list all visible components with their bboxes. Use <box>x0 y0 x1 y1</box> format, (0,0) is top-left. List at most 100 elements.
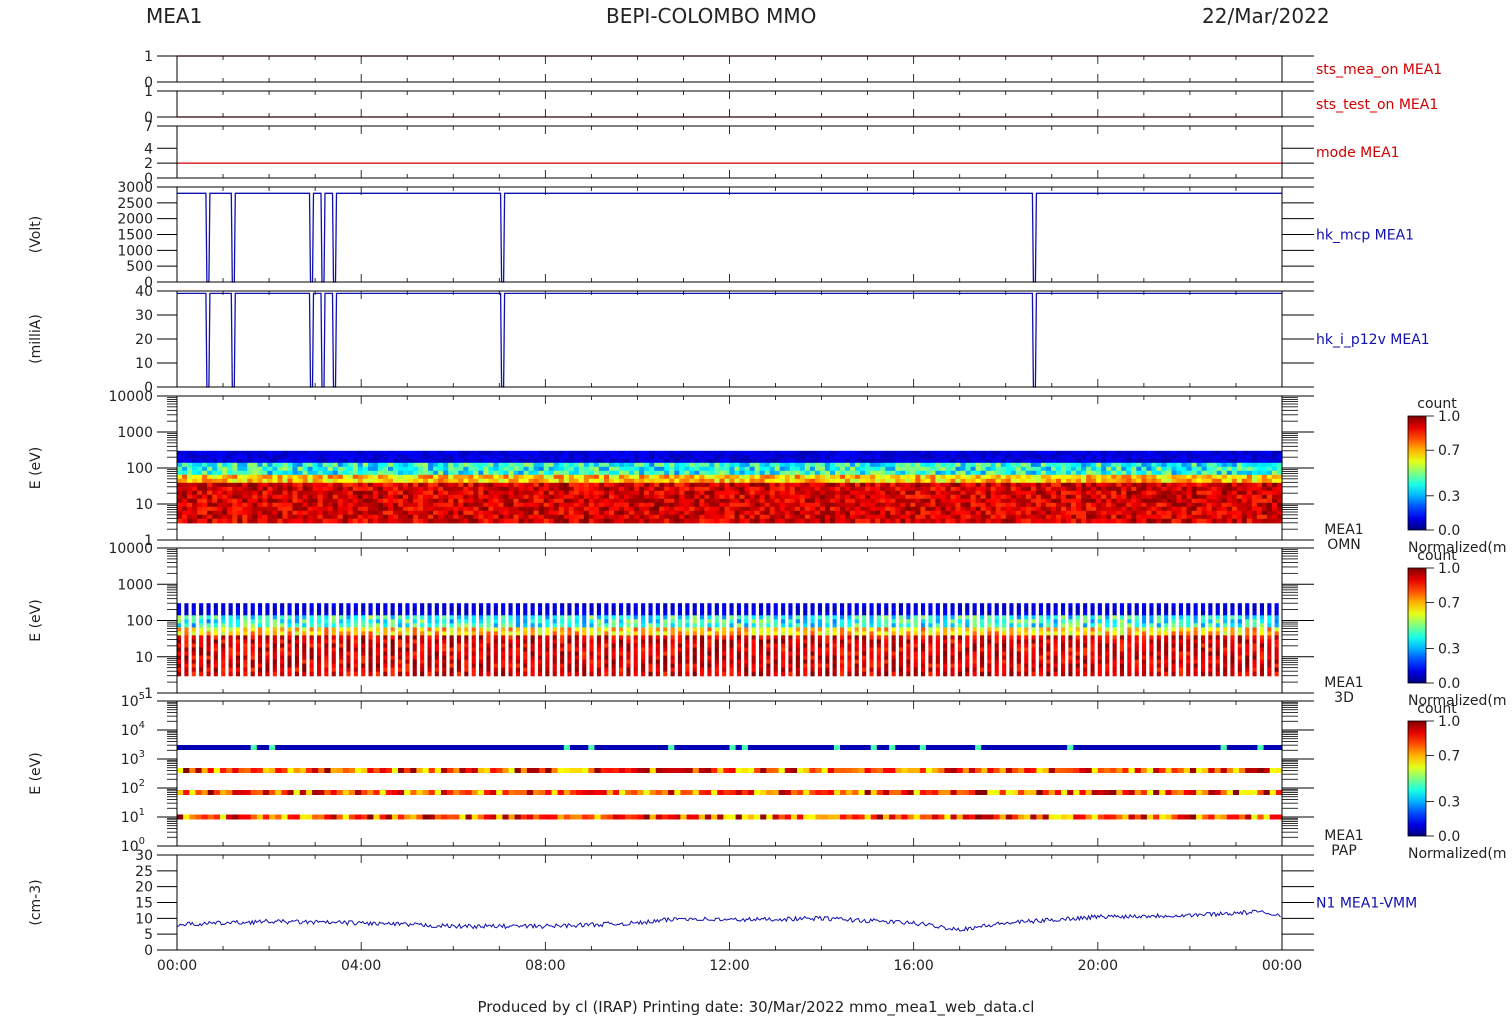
heatmap-cell <box>784 514 791 520</box>
heatmap-cell <box>297 498 304 504</box>
heatmap-cell <box>629 506 635 512</box>
heatmap-cell <box>754 490 761 496</box>
heatmap-cell <box>1005 510 1012 516</box>
heatmap-cell <box>182 494 188 500</box>
heatmap-cell <box>1211 514 1218 520</box>
heatmap-cell <box>1246 490 1253 496</box>
heatmap-cell <box>237 498 243 504</box>
heatmap-cell <box>287 667 292 673</box>
y-tick-label: 2500 <box>117 196 153 212</box>
heatmap-cell <box>960 498 967 504</box>
heatmap-cell <box>513 474 520 480</box>
heatmap-cell <box>629 470 635 476</box>
heatmap-cell <box>593 510 600 516</box>
heatmap-cell <box>960 514 967 520</box>
heatmap-cell <box>207 502 213 508</box>
heatmap-cell <box>1020 466 1027 472</box>
heatmap-cell <box>855 510 861 516</box>
heatmap-cell <box>1035 454 1042 460</box>
heatmap-cell <box>1176 478 1183 484</box>
heatmap-cell <box>935 474 941 480</box>
heatmap-cell <box>317 639 322 645</box>
heatmap-cell <box>488 466 494 472</box>
heatmap-cell <box>1251 518 1258 524</box>
heatmap-cell <box>895 454 901 460</box>
heatmap-cell <box>199 647 204 653</box>
heatmap-cell <box>980 494 987 500</box>
heatmap-cell <box>448 518 454 524</box>
heatmap-cell <box>265 655 270 661</box>
heatmap-cell <box>990 510 997 516</box>
heatmap-cell <box>346 671 351 677</box>
heatmap-cell <box>277 482 284 488</box>
heatmap-cell <box>309 667 314 673</box>
heatmap-cell <box>639 462 645 468</box>
heatmap-cell <box>1101 474 1107 480</box>
heatmap-cell <box>1181 466 1188 472</box>
heatmap-cell <box>478 518 484 524</box>
heatmap-cell <box>1131 474 1137 480</box>
heatmap-cell <box>1015 498 1022 504</box>
heatmap-cell <box>280 639 285 645</box>
heatmap-cell <box>337 514 344 520</box>
heatmap-cell <box>453 514 459 520</box>
heatmap-cell <box>342 466 349 472</box>
heatmap-cell <box>704 514 710 520</box>
heatmap-cell <box>309 635 314 640</box>
heatmap-cell <box>835 498 841 504</box>
heatmap-cell <box>1146 482 1152 488</box>
heatmap-cell <box>353 603 358 608</box>
heatmap-cell <box>206 639 211 645</box>
heatmap-cell <box>920 450 926 456</box>
heatmap-cell <box>513 498 520 504</box>
heatmap-cell <box>568 470 575 476</box>
heatmap-cell <box>935 450 941 456</box>
heatmap-cell <box>235 639 240 645</box>
heatmap-cell <box>940 486 947 492</box>
heatmap-cell <box>784 462 791 468</box>
heatmap-cell <box>1056 474 1062 480</box>
heatmap-cell <box>453 486 459 492</box>
heatmap-cell <box>1116 470 1122 476</box>
heatmap-cell <box>915 494 921 500</box>
heatmap-cell <box>337 470 344 476</box>
heatmap-cell <box>845 486 851 492</box>
heatmap-cell <box>1221 486 1228 492</box>
heatmap-cell <box>331 643 336 649</box>
heatmap-cell <box>503 502 510 508</box>
heatmap-cell <box>593 462 600 468</box>
heatmap-cell <box>1181 458 1188 464</box>
heatmap-cell <box>1126 494 1132 500</box>
heatmap-cell <box>272 607 277 612</box>
heatmap-cell <box>206 647 211 653</box>
heatmap-cell <box>518 462 525 468</box>
heatmap-cell <box>1151 478 1157 484</box>
heatmap-cell <box>759 498 766 504</box>
heatmap-cell <box>990 486 997 492</box>
heatmap-cell <box>845 494 851 500</box>
heatmap-cell <box>804 478 811 484</box>
heatmap-cell <box>177 659 182 665</box>
heatmap-cell <box>714 498 720 504</box>
heatmap-cell <box>865 482 871 488</box>
heatmap-cell <box>382 502 389 508</box>
y-tick-label: 10 <box>135 356 153 372</box>
heatmap-cell <box>915 474 921 480</box>
heatmap-cell <box>187 454 193 460</box>
heatmap-cell <box>1101 482 1107 488</box>
heatmap-cell <box>644 490 650 496</box>
heatmap-cell <box>1040 510 1047 516</box>
heatmap-cell <box>1015 506 1022 512</box>
heatmap-cell <box>528 478 535 484</box>
heatmap-cell <box>1126 454 1132 460</box>
heatmap-cell <box>1206 474 1213 480</box>
heatmap-cell <box>433 458 439 464</box>
heatmap-cell <box>970 490 977 496</box>
heatmap-cell <box>287 611 292 616</box>
heatmap-cell <box>262 450 268 456</box>
heatmap-cell <box>339 627 344 632</box>
heatmap-cell <box>598 482 605 488</box>
heatmap-cell <box>1131 490 1137 496</box>
heatmap-cell <box>1081 454 1087 460</box>
heatmap-cell <box>1061 506 1067 512</box>
